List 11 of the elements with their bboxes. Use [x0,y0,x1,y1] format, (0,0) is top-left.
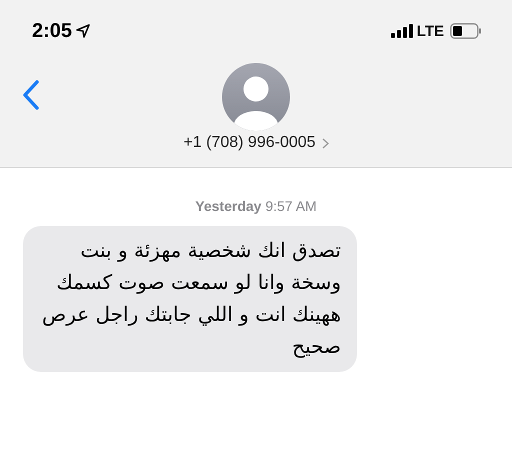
battery-icon [450,23,482,39]
signal-icon [390,24,413,38]
status-time: 2:05 [32,20,72,42]
contact-number[interactable]: +1 (708) 996-0005 [183,134,329,152]
message-bubble: تصدق انك شخصية مهزئة و بنت وسخة وانا لو سمعت صوت كسمك ههينك انت و اللي جابتك راجل عرص صحيح [23,226,357,372]
location-arrow-icon [76,24,90,38]
avatar-icon[interactable] [221,62,291,132]
network-label: LTE [416,22,444,40]
back-button[interactable] [22,80,40,110]
chevron-icon [322,138,329,148]
message-timestamp: Yesterday 9:57 AM [195,198,317,214]
